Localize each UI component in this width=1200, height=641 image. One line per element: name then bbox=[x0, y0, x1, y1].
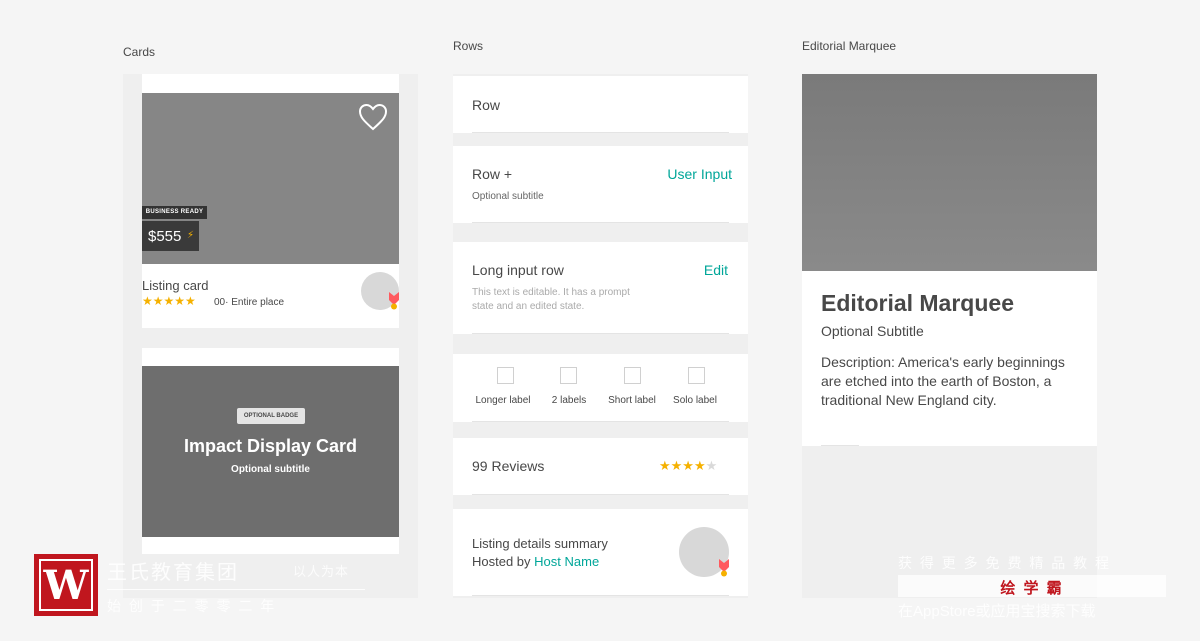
heart-icon[interactable] bbox=[358, 103, 388, 131]
price-tag: $555 ⚡ bbox=[142, 221, 199, 251]
promo-bottom: 在AppStore或应用宝搜索下载 bbox=[898, 603, 1096, 620]
listing-card-title: Listing card bbox=[142, 278, 209, 293]
watermark-rule bbox=[107, 589, 365, 590]
long-input-text-line-2[interactable]: state and an edited state. bbox=[472, 301, 584, 312]
reviews-stars: ★★★★★ bbox=[659, 458, 717, 474]
row-plus[interactable]: Row + Optional subtitle User Input bbox=[453, 146, 748, 223]
listing-card[interactable]: BUSINESS READY $555 ⚡ Listing card ★★★★★… bbox=[142, 74, 399, 328]
long-input-title: Long input row bbox=[472, 262, 564, 278]
editorial-divider bbox=[821, 445, 859, 446]
listing-meta: 00· Entire place bbox=[214, 297, 285, 308]
long-input-row[interactable]: Long input row Edit This text is editabl… bbox=[453, 242, 748, 334]
checkbox-solo-label[interactable] bbox=[688, 367, 705, 384]
watermark-founded: 始 创 于 二 零 零 二 年 bbox=[107, 598, 277, 614]
checkbox-2-labels[interactable] bbox=[560, 367, 577, 384]
row-plus-title: Row + bbox=[472, 166, 513, 182]
edit-link[interactable]: Edit bbox=[704, 262, 728, 278]
checkbox-label: Longer label bbox=[475, 395, 531, 406]
cards-section-title: Cards bbox=[123, 45, 156, 59]
row-divider bbox=[472, 132, 729, 133]
checkbox-label: 2 labels bbox=[551, 395, 587, 406]
host-name-link[interactable]: Host Name bbox=[534, 554, 599, 569]
review-count: 00 bbox=[214, 297, 226, 308]
listing-summary-row[interactable]: Listing details summary Hosted by Host N… bbox=[453, 509, 748, 596]
impact-card-title: Impact Display Card bbox=[183, 436, 358, 456]
checkbox-row: Longer label 2 labels Short label Solo l… bbox=[453, 354, 748, 422]
logo-letter: W bbox=[43, 562, 89, 609]
brand-logo: W bbox=[34, 554, 98, 616]
summary-title: Listing details summary bbox=[472, 536, 608, 551]
row-plus-divider bbox=[472, 222, 729, 223]
editorial-title: Editorial Marquee bbox=[821, 290, 1014, 316]
reviews-stars-filled: ★★★★ bbox=[659, 458, 706, 473]
reviews-star-empty: ★ bbox=[705, 458, 718, 473]
promo-top: 获 得 更 多 免 费 精 品 教 程 bbox=[898, 555, 1112, 571]
promo-app-name: 绘 学 霸 bbox=[1000, 580, 1064, 597]
row-title: Row bbox=[472, 97, 501, 113]
editorial-image bbox=[802, 74, 1097, 271]
reviews-label: 99 Reviews bbox=[472, 458, 545, 474]
optional-badge: OPTIONAL BADGE bbox=[237, 408, 305, 424]
price-value: $555 bbox=[148, 228, 182, 245]
watermark-brand: 王氏教育集团 bbox=[107, 562, 239, 584]
summary-hosted: Hosted by Host Name bbox=[472, 554, 600, 569]
listing-type: Entire place bbox=[231, 297, 285, 308]
checkbox-label: Short label bbox=[608, 395, 656, 406]
business-ready-badge: BUSINESS READY bbox=[142, 206, 207, 219]
promo-banner: 绘 学 霸 bbox=[898, 575, 1166, 597]
watermark-motto: 以人为本 bbox=[293, 564, 350, 579]
impact-display-card[interactable]: OPTIONAL BADGE Impact Display Card Optio… bbox=[142, 348, 399, 554]
superhost-icon bbox=[719, 559, 729, 577]
long-input-text-line-1[interactable]: This text is editable. It has a prompt bbox=[472, 287, 630, 298]
row-basic[interactable]: Row bbox=[453, 76, 748, 133]
summary-divider bbox=[472, 595, 729, 596]
editorial-description: Description: America's early beginnings … bbox=[821, 354, 1065, 408]
reviews-row[interactable]: 99 Reviews ★★★★★ bbox=[453, 438, 748, 495]
editorial-marquee[interactable]: Editorial Marquee Optional Subtitle Desc… bbox=[802, 74, 1097, 446]
rating-stars: ★★★★★ bbox=[142, 294, 196, 308]
impact-card-subtitle: Optional subtitle bbox=[231, 464, 310, 475]
superhost-icon bbox=[389, 292, 399, 310]
row-plus-subtitle: Optional subtitle bbox=[472, 191, 544, 202]
checkbox-longer-label[interactable] bbox=[497, 367, 514, 384]
editorial-subtitle: Optional Subtitle bbox=[821, 323, 924, 339]
user-input-link[interactable]: User Input bbox=[667, 166, 732, 182]
editorial-section-title: Editorial Marquee bbox=[802, 39, 897, 53]
checkbox-row-divider bbox=[472, 421, 729, 422]
long-input-divider bbox=[472, 333, 729, 334]
checkbox-label: Solo label bbox=[673, 395, 717, 406]
rows-section-title: Rows bbox=[453, 39, 484, 53]
bolt-icon: ⚡ bbox=[187, 230, 195, 241]
reviews-divider bbox=[472, 494, 729, 495]
checkbox-short-label[interactable] bbox=[624, 367, 641, 384]
